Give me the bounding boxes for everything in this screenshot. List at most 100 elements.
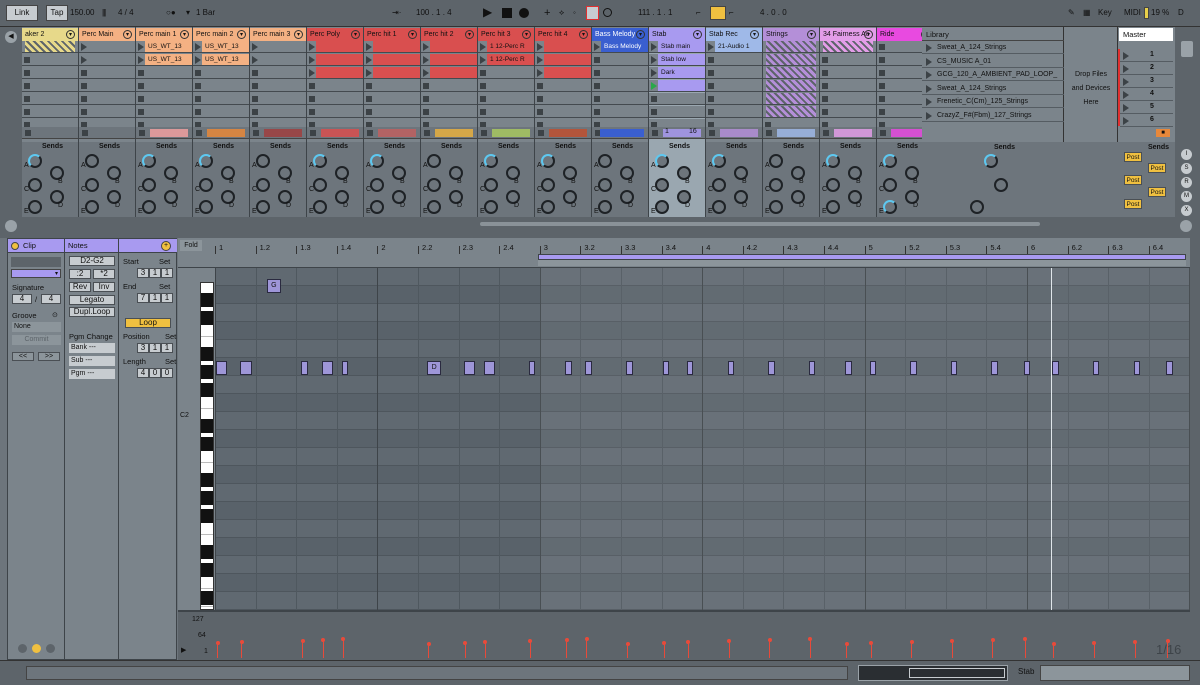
slot-stop-icon[interactable] bbox=[822, 70, 828, 76]
track-stop-icon[interactable] bbox=[367, 130, 373, 136]
clip-slot[interactable] bbox=[706, 93, 762, 105]
slot-stop-icon[interactable] bbox=[24, 70, 30, 76]
tap-button[interactable]: Tap bbox=[46, 5, 68, 21]
clip-slot[interactable] bbox=[478, 80, 534, 92]
clip-slot[interactable] bbox=[307, 67, 363, 79]
velocity-stem[interactable] bbox=[911, 642, 913, 658]
clip-name-field[interactable] bbox=[11, 257, 61, 267]
note-d[interactable] bbox=[845, 360, 852, 375]
velocity-stem[interactable] bbox=[586, 639, 588, 658]
note-d[interactable] bbox=[991, 360, 998, 375]
track-fold-icon[interactable]: ▾ bbox=[123, 30, 132, 39]
preview-play-icon[interactable] bbox=[926, 98, 932, 106]
send-e-knob[interactable] bbox=[28, 200, 42, 214]
start-set-button[interactable]: Set bbox=[159, 257, 170, 266]
end-bar[interactable]: 7 bbox=[137, 293, 149, 303]
clip[interactable] bbox=[373, 54, 420, 65]
clip-stop-row[interactable] bbox=[79, 127, 135, 139]
clip-launch-icon[interactable] bbox=[594, 43, 600, 51]
velocity-stem[interactable] bbox=[529, 641, 531, 658]
send-c-knob[interactable] bbox=[370, 178, 384, 192]
clip[interactable]: US_WT_13 bbox=[202, 54, 249, 65]
clip-stop-row[interactable] bbox=[364, 127, 420, 139]
clip-slot[interactable] bbox=[478, 106, 534, 118]
clip-activator-icon[interactable] bbox=[11, 242, 19, 250]
velocity-stem[interactable] bbox=[809, 639, 811, 658]
velocity-handle[interactable] bbox=[1133, 640, 1138, 644]
slot-stop-icon[interactable] bbox=[822, 57, 828, 63]
clip[interactable]: Stab low bbox=[658, 54, 705, 65]
slot-stop-icon[interactable] bbox=[537, 109, 543, 115]
scroll-right-icon[interactable] bbox=[1181, 41, 1193, 57]
send-c-knob[interactable] bbox=[769, 178, 783, 192]
clip-slot[interactable] bbox=[364, 93, 420, 105]
clip-launch-icon[interactable] bbox=[708, 43, 714, 51]
clip-slot[interactable] bbox=[136, 106, 192, 118]
slot-stop-icon[interactable] bbox=[480, 109, 486, 115]
velocity-handle[interactable] bbox=[321, 638, 326, 642]
clip-slot[interactable] bbox=[250, 41, 306, 53]
clip-slot[interactable] bbox=[535, 106, 591, 118]
play-button[interactable]: ▶ bbox=[483, 5, 495, 21]
velocity-stem[interactable] bbox=[342, 639, 344, 658]
metronome-dropdown-icon[interactable]: ▾ bbox=[186, 5, 194, 21]
slot-stop-icon[interactable] bbox=[594, 57, 600, 63]
clip-slot[interactable] bbox=[706, 106, 762, 118]
note-d[interactable] bbox=[463, 360, 476, 375]
punch-in-icon[interactable]: ⌐ bbox=[696, 5, 706, 21]
clip-slot[interactable] bbox=[307, 93, 363, 105]
clip-launch-icon[interactable] bbox=[480, 43, 486, 51]
punch-out-icon[interactable]: ⌐ bbox=[729, 5, 741, 21]
loop-start-field[interactable]: 111 . 1 . 1 bbox=[638, 5, 692, 21]
clip[interactable] bbox=[316, 54, 363, 65]
send-e-knob[interactable] bbox=[142, 200, 156, 214]
slot-stop-icon[interactable] bbox=[822, 83, 828, 89]
send-c-knob[interactable] bbox=[712, 178, 726, 192]
send-c-knob[interactable] bbox=[598, 178, 612, 192]
length-set-button[interactable]: Set bbox=[165, 357, 176, 366]
crossfader-toggle-icon[interactable]: X bbox=[1181, 205, 1192, 216]
slot-stop-icon[interactable] bbox=[81, 83, 87, 89]
clip[interactable] bbox=[430, 41, 477, 52]
send-c-knob[interactable] bbox=[28, 178, 42, 192]
length-beat[interactable]: 0 bbox=[149, 368, 161, 378]
note-d[interactable] bbox=[528, 360, 536, 375]
preview-play-icon[interactable] bbox=[926, 84, 932, 93]
clip[interactable]: 1 12-Perc R bbox=[487, 41, 534, 52]
send-a-knob[interactable] bbox=[313, 154, 327, 168]
track-stop-icon[interactable] bbox=[25, 130, 31, 136]
track-fold-icon[interactable]: ▾ bbox=[180, 30, 189, 39]
end-sixteenth[interactable]: 1 bbox=[161, 293, 173, 303]
loop-switch-button[interactable] bbox=[710, 6, 726, 20]
clip-slot[interactable] bbox=[22, 67, 78, 79]
computer-keyboard-icon[interactable]: ▦ bbox=[1083, 5, 1093, 21]
duplicate-loop-button[interactable]: Dupl.Loop bbox=[69, 307, 115, 317]
black-key[interactable] bbox=[201, 292, 213, 307]
send-c-knob[interactable] bbox=[313, 178, 327, 192]
velocity-handle[interactable] bbox=[215, 641, 220, 645]
note-d[interactable] bbox=[585, 360, 592, 375]
preview-play-icon[interactable] bbox=[926, 57, 932, 66]
clip-launch-icon[interactable] bbox=[195, 56, 201, 64]
send-a-knob[interactable] bbox=[28, 154, 42, 168]
sig-den-field[interactable]: 4 bbox=[41, 294, 61, 304]
clip-slot[interactable] bbox=[421, 41, 477, 53]
clip[interactable]: 21-Audio 1 bbox=[715, 41, 762, 52]
post-button-a[interactable]: Post bbox=[1124, 152, 1142, 162]
clip-slot[interactable] bbox=[820, 80, 876, 92]
clip-slot[interactable] bbox=[763, 41, 819, 53]
velocity-play-icon[interactable]: ▶ bbox=[181, 646, 186, 654]
slot-stop-icon[interactable] bbox=[480, 70, 486, 76]
velocity-stem[interactable] bbox=[687, 642, 689, 658]
clip-slot[interactable]: Stab main bbox=[649, 41, 705, 53]
slot-stop-icon[interactable] bbox=[195, 96, 201, 102]
clip-slot[interactable] bbox=[820, 106, 876, 118]
note-d[interactable] bbox=[1166, 360, 1173, 375]
send-e-knob[interactable] bbox=[883, 200, 897, 214]
send-c-knob[interactable] bbox=[484, 178, 498, 192]
clip-stop-row[interactable] bbox=[706, 127, 762, 139]
collapse-left-icon[interactable]: ◀ bbox=[5, 31, 17, 43]
clip[interactable]: Bass Melody bbox=[601, 41, 648, 52]
track-fold-icon[interactable]: ▾ bbox=[522, 30, 531, 39]
clip-stop-row[interactable] bbox=[421, 127, 477, 139]
